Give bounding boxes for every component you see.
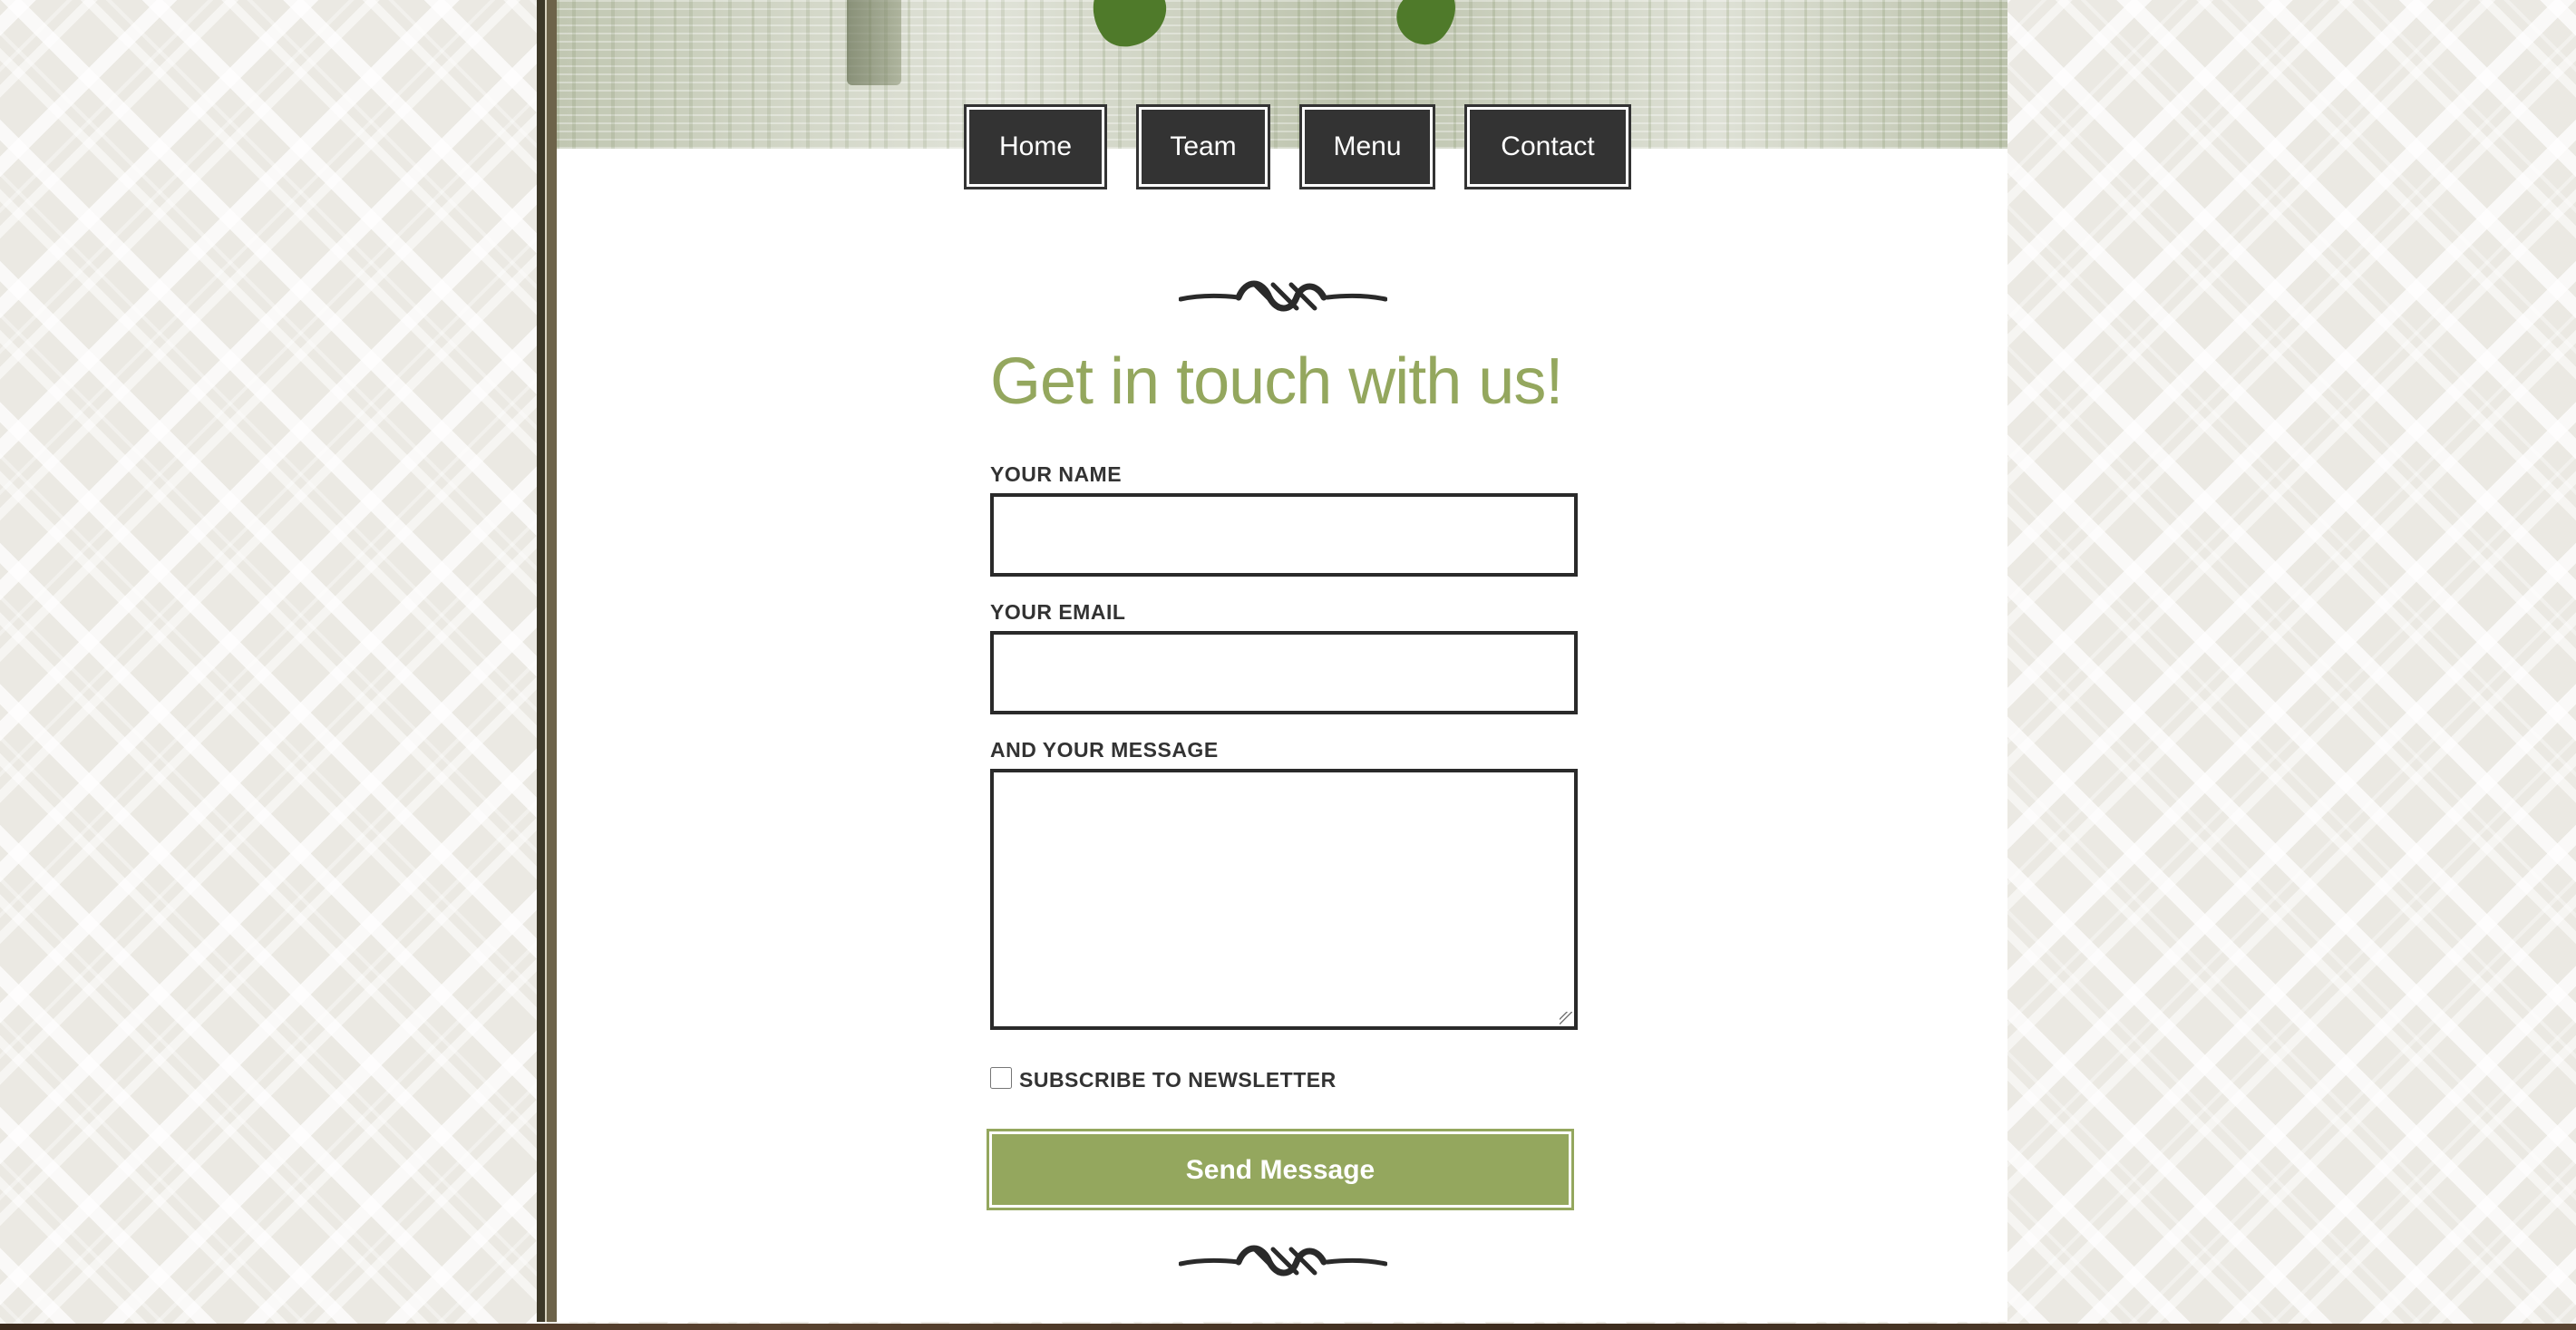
name-label: YOUR NAME — [990, 462, 1123, 486]
email-label: YOUR EMAIL — [990, 600, 1126, 624]
newsletter-label: SUBSCRIBE TO NEWSLETTER — [1019, 1068, 1337, 1092]
page-container: Home Team Menu Contact Get in touch with… — [557, 0, 2007, 1322]
nav-item-home[interactable]: Home — [964, 104, 1107, 189]
banner-wooden-post — [847, 0, 901, 85]
banner-leaf-left — [1077, 0, 1179, 60]
nav-item-team[interactable]: Team — [1136, 104, 1270, 189]
message-wrapper — [990, 769, 1578, 1030]
nav-item-contact[interactable]: Contact — [1464, 104, 1631, 189]
message-field[interactable] — [990, 769, 1578, 1030]
message-label: AND YOUR MESSAGE — [990, 738, 1219, 762]
page-frame-left-border — [537, 0, 557, 1322]
newsletter-option: SUBSCRIBE TO NEWSLETTER — [990, 1063, 1337, 1092]
main-navigation: Home Team Menu Contact — [964, 104, 1631, 189]
name-field[interactable] — [990, 493, 1578, 577]
footer-wood-strip — [0, 1324, 2576, 1330]
email-field[interactable] — [990, 631, 1578, 714]
nav-item-menu[interactable]: Menu — [1299, 104, 1435, 189]
ornamental-flourish-icon — [1179, 280, 1387, 312]
newsletter-checkbox[interactable] — [990, 1066, 1012, 1089]
page-title: Get in touch with us! — [990, 345, 1563, 418]
ornamental-flourish-icon — [1179, 1245, 1387, 1277]
banner-leaf-right — [1385, 0, 1469, 56]
send-message-button[interactable]: Send Message — [987, 1129, 1574, 1210]
